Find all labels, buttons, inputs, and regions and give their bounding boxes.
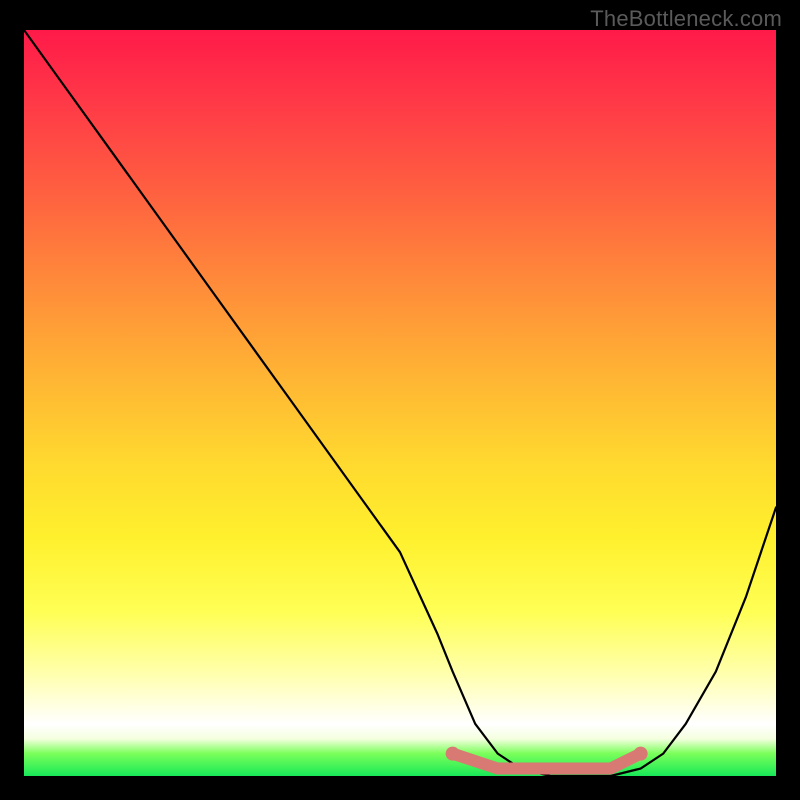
watermark-text: TheBottleneck.com	[590, 6, 782, 32]
plot-area	[24, 30, 776, 776]
chart-container: TheBottleneck.com	[0, 0, 800, 800]
chart-svg	[24, 30, 776, 776]
sweet-spot-left-marker	[446, 747, 460, 761]
sweet-spot-right-marker	[634, 747, 648, 761]
bottleneck-curve	[24, 30, 776, 776]
sweet-spot-band	[453, 754, 641, 769]
